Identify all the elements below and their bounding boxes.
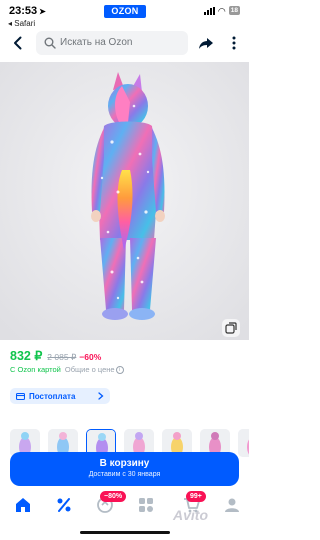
profile-icon[interactable]: [223, 496, 241, 514]
old-price: 2 085 ₽: [47, 352, 77, 362]
price-row: 832 ₽ 2 085 ₽ −60%: [10, 348, 101, 364]
url-logo[interactable]: OZON: [104, 5, 146, 18]
status-indicators: ◠ 18: [203, 5, 240, 16]
more-icon[interactable]: [226, 35, 242, 51]
wifi-icon: ◠: [217, 5, 226, 16]
location-icon: ➤: [39, 7, 46, 16]
share-icon[interactable]: [198, 35, 214, 51]
search-icon: [44, 37, 56, 49]
back-to-safari[interactable]: ◂ Safari: [8, 19, 35, 28]
home-indicator: [80, 531, 170, 534]
current-price: 832 ₽: [10, 349, 43, 363]
back-chevron-icon[interactable]: [10, 35, 26, 51]
delivery-date: Доставим с 30 января: [88, 471, 161, 478]
signal-icon: [203, 6, 215, 15]
search-row: Искать на Ozon: [0, 30, 249, 56]
percent-icon[interactable]: [55, 496, 73, 514]
chevron-right-icon: [98, 392, 104, 400]
discount-badge: −80%: [100, 491, 127, 502]
thumbnail[interactable]: [238, 429, 249, 457]
add-to-cart-label: В корзину: [99, 458, 150, 469]
home-icon[interactable]: [14, 496, 32, 514]
postpay-button[interactable]: Постоплата: [10, 388, 110, 404]
info-icon[interactable]: i: [115, 365, 124, 374]
ozon-card-label: С Ozon картой: [10, 365, 61, 374]
catalog-icon[interactable]: [137, 496, 155, 514]
avito-watermark: Avito: [173, 507, 208, 523]
add-to-cart-button[interactable]: В корзину Доставим с 30 января: [10, 452, 239, 486]
search-placeholder: Искать на Ozon: [60, 37, 133, 48]
cart-count-badge: 99+: [186, 491, 206, 502]
search-input[interactable]: Искать на Ozon: [36, 31, 188, 55]
ozon-card-row[interactable]: С Ozon картой Общие о цене i: [10, 365, 124, 374]
postpay-label: Постоплата: [29, 391, 76, 401]
status-bar: 23:53 ➤ ◂ Safari OZON ◠ 18: [0, 0, 249, 32]
status-time: 23:53 ➤: [9, 5, 46, 17]
discount-percent: −60%: [79, 352, 102, 362]
price-info-link[interactable]: Общие о цене: [65, 365, 115, 374]
battery-badge: 18: [228, 6, 240, 15]
zoom-image-icon[interactable]: [222, 319, 240, 337]
product-image[interactable]: [0, 62, 249, 340]
postpay-icon: [16, 392, 25, 400]
product-photo: [0, 62, 249, 340]
